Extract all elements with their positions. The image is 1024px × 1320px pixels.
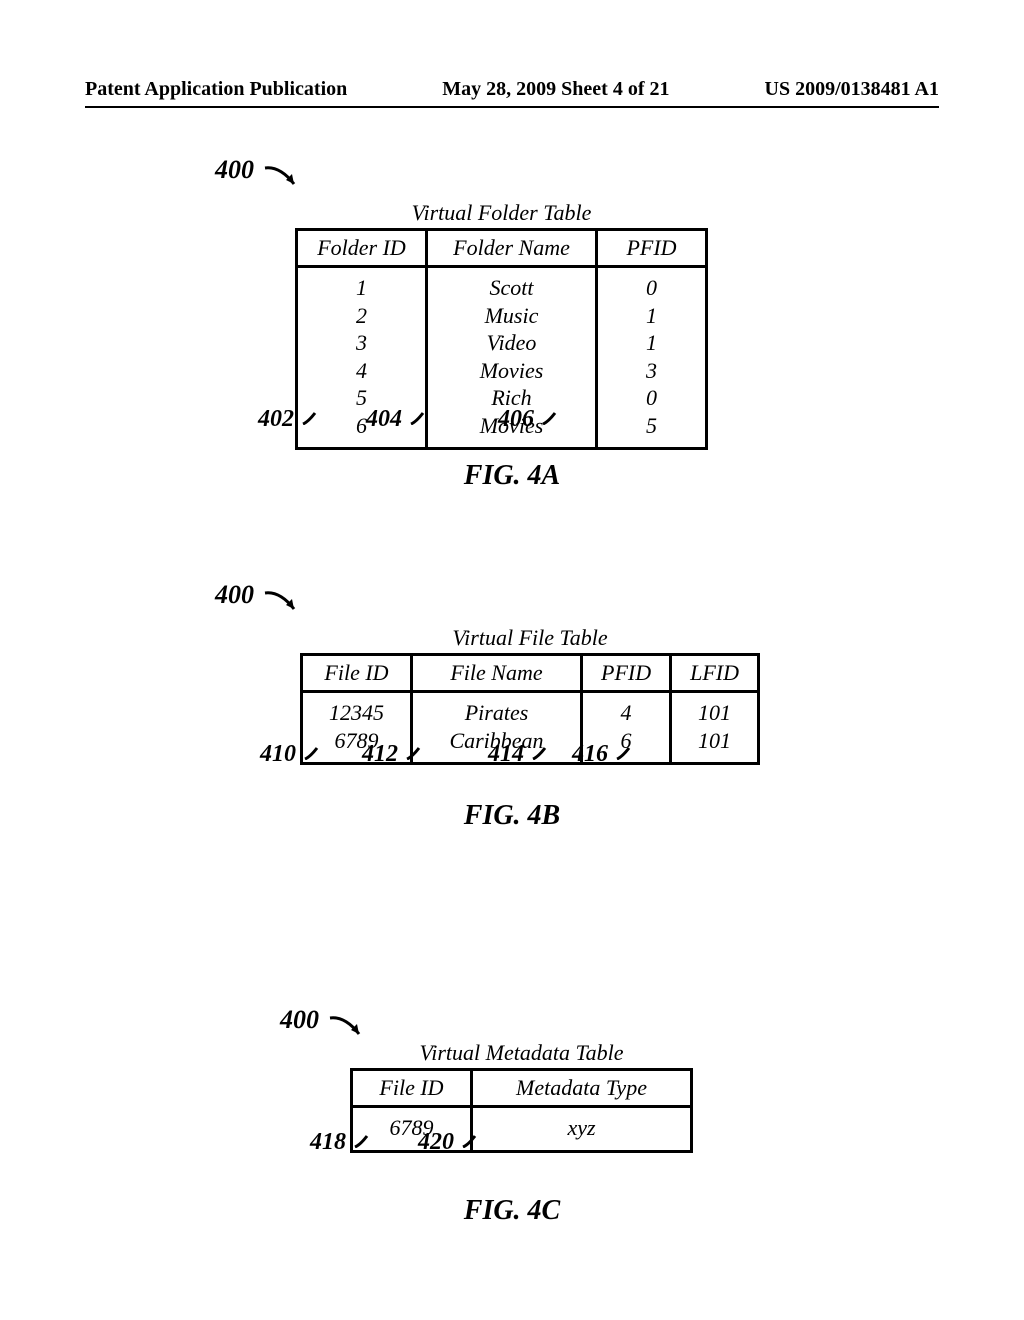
column-ref-callouts: 402 404 406: [258, 405, 758, 433]
cell: Scott: [446, 274, 577, 302]
ref-400-label: 400: [215, 580, 254, 610]
col-lfid: LFID: [671, 655, 759, 692]
header-left: Patent Application Publication: [85, 78, 347, 101]
cell: 12345: [321, 699, 392, 727]
cell: 3: [316, 329, 407, 357]
col-folder-name: Folder Name: [427, 230, 597, 267]
table-title: Virtual Folder Table: [295, 200, 708, 226]
col-file-id: File ID: [302, 655, 412, 692]
table-title: Virtual Metadata Table: [350, 1040, 693, 1066]
ref-400-label: 400: [215, 155, 254, 185]
cell: 1: [616, 329, 687, 357]
cell: Video: [446, 329, 577, 357]
cell: Music: [446, 302, 577, 330]
col-folder-id: Folder ID: [297, 230, 427, 267]
header-right: US 2009/0138481 A1: [765, 78, 939, 101]
col-pfid: PFID: [597, 230, 707, 267]
cell: 1: [616, 302, 687, 330]
col-metadata-type: Metadata Type: [472, 1070, 692, 1107]
tick-icon: [410, 411, 426, 425]
cell: 101: [690, 699, 739, 727]
tick-icon: [406, 746, 422, 760]
table-header-row: File ID File Name PFID LFID: [302, 655, 759, 692]
table-title: Virtual File Table: [300, 625, 760, 651]
tick-icon: [542, 411, 558, 425]
patent-page-header: Patent Application Publication May 28, 2…: [85, 78, 939, 101]
ref-418: 418: [310, 1129, 346, 1155]
header-rule: [85, 106, 939, 108]
tick-icon: [616, 746, 632, 760]
cell: 4: [316, 357, 407, 385]
ref-410: 410: [260, 741, 296, 767]
tick-icon: [532, 746, 548, 760]
column-ref-callouts: 418 420: [310, 1128, 810, 1156]
figure-caption: FIG. 4C: [0, 1195, 1024, 1227]
table-header-row: Folder ID Folder Name PFID: [297, 230, 707, 267]
cell: 4: [601, 699, 651, 727]
figure-caption: FIG. 4B: [0, 800, 1024, 832]
lead-line-arrow-icon: [262, 162, 302, 192]
ref-404: 404: [366, 406, 402, 432]
lead-line-arrow-icon: [327, 1012, 367, 1042]
tick-icon: [354, 1134, 370, 1148]
cell: 0: [616, 274, 687, 302]
ref-400-label: 400: [280, 1005, 319, 1035]
column-ref-callouts: 410 412 414 416: [260, 740, 760, 768]
ref-402: 402: [258, 406, 294, 432]
header-middle: May 28, 2009 Sheet 4 of 21: [442, 78, 669, 101]
cell: 2: [316, 302, 407, 330]
col-pfid: PFID: [582, 655, 671, 692]
ref-406: 406: [498, 406, 534, 432]
tick-icon: [304, 746, 320, 760]
cell: 1: [316, 274, 407, 302]
tick-icon: [462, 1134, 478, 1148]
ref-420: 420: [418, 1129, 454, 1155]
cell: 3: [616, 357, 687, 385]
ref-412: 412: [362, 741, 398, 767]
col-file-name: File Name: [412, 655, 582, 692]
col-file-id: File ID: [352, 1070, 472, 1107]
lead-line-arrow-icon: [262, 587, 302, 617]
tick-icon: [302, 411, 318, 425]
figure-caption: FIG. 4A: [0, 460, 1024, 492]
ref-414: 414: [488, 741, 524, 767]
table-header-row: File ID Metadata Type: [352, 1070, 692, 1107]
cell: Pirates: [431, 699, 562, 727]
ref-416: 416: [572, 741, 608, 767]
cell: Movies: [446, 357, 577, 385]
